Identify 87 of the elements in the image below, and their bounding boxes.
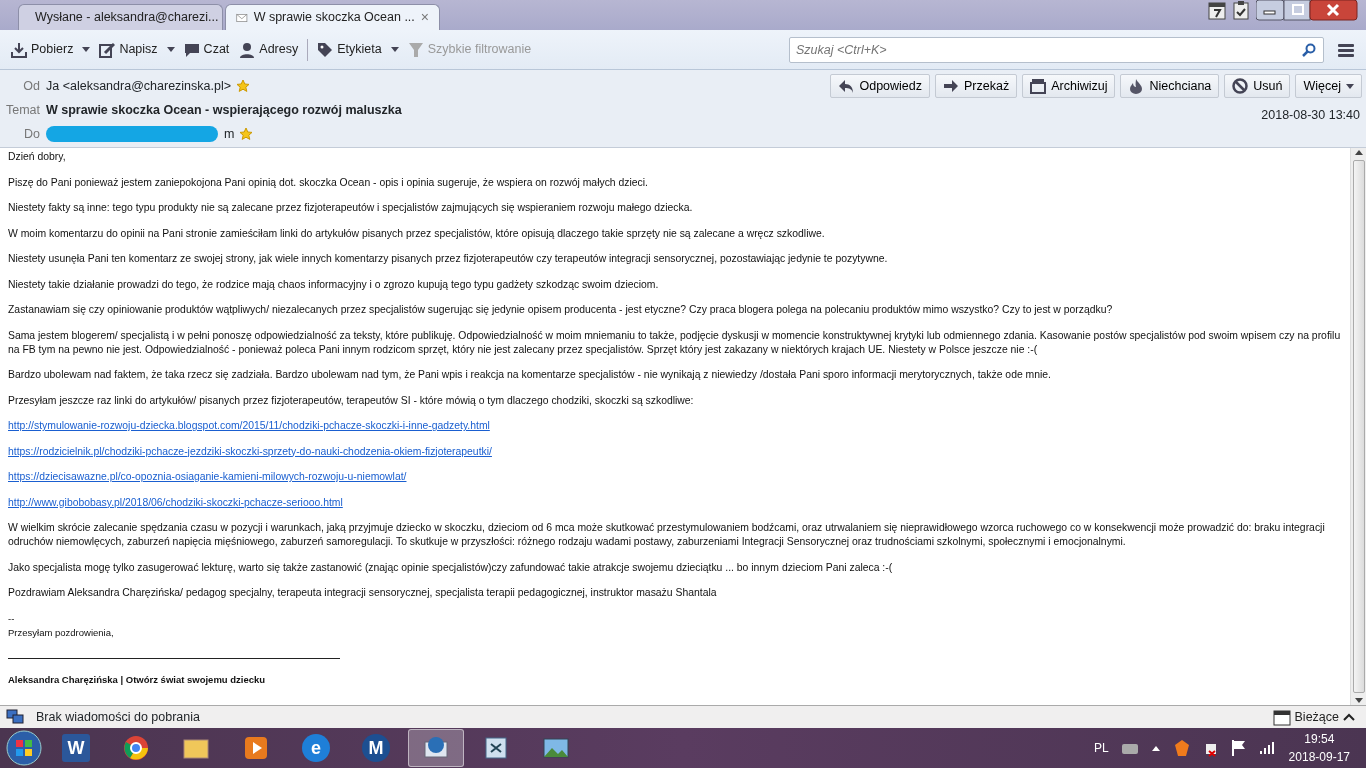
paragraph: Przesyłam jeszcze raz linki do artykułów/ pisanych przez fizjoterapeutów, terapeutów SI - które mówią o tym dlaczego chodziki, skoczki są szkodliwe: (8, 393, 695, 408)
calendar-icon (1208, 0, 1226, 20)
menu-icon (1337, 41, 1355, 58)
signal-bars-icon (1258, 741, 1277, 755)
signature-text: -- (8, 611, 16, 626)
search-field[interactable]: Szukaj <Ctrl+K> (789, 36, 1324, 63)
flame-icon (1128, 78, 1145, 94)
person-icon (239, 41, 256, 58)
link[interactable]: https://dziecisawazne.pl/co-opoznia-osiaganie-kamieni-milowych-rozwoju-u-niemowlat/ (8, 471, 407, 482)
taskbar-button[interactable] (408, 729, 464, 767)
paragraph: Dzień dobry, (8, 150, 67, 164)
action-button[interactable]: Odpowiedz (830, 74, 931, 98)
tab-label: W sprawie skoczka Ocean ... (253, 9, 415, 27)
field-label: Do (23, 125, 40, 143)
taskbar-button[interactable]: W (48, 729, 104, 767)
field-label: Temat (4, 101, 40, 119)
paragraph: Sama jestem blogerem/ specjalistą i w pełni ponoszę odpowiedzialność za teksty, które publikuję. Odpowiedzialność w moim mniemaniu to także, podjęcie dyskusji w momencie konstruktywnej krytyki lub odmiennego zdania. Kasowanie postów specjalistów pod swoim wpisem czy na profilu na FB tym na pewno nie jest. Odpowiedzialność - ponieważ poleca Pani innym rodzicom sprzęt, który nie jest zalecany przez specjalistów. Sprzęt który jest zakazany w niektórych krajach UE. Niestety w Polsce jeszcze nie :-( (8, 328, 1342, 357)
signature-text: Przesyłam pozdrowienia, (8, 625, 115, 640)
clock-time: 19:54 (1303, 731, 1336, 748)
paragraph: Jako specjalista mogę tylko zasugerować lekturę, warto się także zastanowić (znając opinie specjalistów)czy zafundować takie atrakcje swojemu dzieciątku ... bo innym dzieciom Pani zaleca :-( (8, 560, 894, 575)
taskbar-button[interactable]: M (348, 729, 404, 767)
action-button[interactable]: Więcej (1295, 74, 1362, 98)
address-text[interactable]: m (224, 124, 235, 144)
toolbar-button[interactable]: Etykieta (312, 38, 387, 61)
link[interactable]: http://www.gibobobasy.pl/2018/06/chodziki-skoczki-pchacze-seriooo.html (8, 496, 343, 508)
archive-box-icon (1030, 78, 1047, 94)
paragraph: Pozdrawiam Aleksandra Charęzińska/ pedagog specjalny, terapeuta integracji sensorycznej, specjalista terapii pedagogicznej, instruktor masażu Shantala (8, 586, 718, 600)
pencil-icon (99, 41, 116, 58)
scrollbar[interactable] (1350, 148, 1366, 705)
search-icon (1302, 42, 1316, 57)
toolbar-button[interactable]: Czat (178, 38, 235, 61)
down-arrow-icon (1353, 695, 1364, 705)
document-icon: W (62, 734, 90, 762)
application-icon (482, 734, 510, 762)
paragraph: Niestety takie działanie prowadzi do tego, że rodzice mają chaos informacyjny i o zgrozo kupują tego typu gadżety szkodząc swoim dzieciom. (8, 277, 660, 292)
action-button[interactable]: Niechciana (1120, 74, 1220, 98)
letter-logo-icon: M (362, 734, 390, 762)
signature-text: Aleksandra Charęzińska | Otwórz świat swojemu dziecku (8, 672, 267, 687)
right-arrow-icon (943, 78, 960, 94)
flag-icon (1230, 739, 1247, 757)
link[interactable]: https://rodzicielnik.pl/chodziki-pchacze-jezdziki-skoczki-sprzety-do-nauki-chodzenia-okiem-fizjoterapeutki/ (8, 445, 492, 457)
paragraph: Niestety fakty są inne: tego typu produkty nie są zalecane przez fizjoterapeutów i specjalistów zajmujących się wspieraniem rozwoju małego dziecka. (8, 201, 694, 215)
paragraph: W moim komentarzu do opinii na Pani stronie zamieściłam linki do artykułów pisanych przez specjalistów, które opisują dlaczego takie sprzęty nie są zalecane a wręcz szkodliwe. (8, 226, 826, 241)
action-button[interactable]: Usuń (1224, 74, 1291, 98)
language-indicator[interactable]: PL (1093, 739, 1109, 757)
toolbar-button[interactable]: Adresy (234, 38, 304, 61)
status-text: Brak wiadomości do pobrania (36, 708, 200, 726)
keyboard-icon (1120, 741, 1139, 755)
prohibited-icon (1232, 78, 1249, 94)
filter-icon (407, 41, 424, 58)
play-icon (242, 734, 270, 762)
up-arrow-icon (1353, 148, 1364, 158)
browser-icon: e (302, 734, 330, 762)
message-date: 2018-08-30 13:40 (1261, 107, 1360, 124)
paragraph: W wielkim skrócie zalecanie spędzania czasu w pozycji i warunkach, jaką przyjmuje dziecko w skoczku, dzieciom od 6 mca może skutkować przestymulowaniem bodźcami, oraz utrwalaniem się nieprawidłowego wzorca ruchowego co w konsekwencji może prowadzić do: braku integracji odruchów niemowlęcych, zaburzeń napięcia mięśniowego, zaburzeń samoregulacji. To skutkuje w przyszłości: różnego rodzaju wadami postawy, zaburzeniami Integracji Sensorycznej oraz trudnościami szkolnymi, społecznymi i emocjonalnymi. (8, 521, 1326, 549)
tag-icon (317, 41, 334, 58)
link[interactable]: http://stymulowanie-rozwoju-dziecka.blogspot.com/2015/11/chodziki-pchacze-skoczki-i-inne-gadzety.html (8, 420, 490, 431)
toolbar-button[interactable]: Pobierz (6, 38, 79, 61)
star-icon (240, 128, 253, 140)
computers-icon (6, 709, 24, 725)
field-label: Od (22, 77, 40, 95)
tab[interactable]: Wysłane - aleksandra@charezi... (18, 4, 223, 30)
tab[interactable]: W sprawie skoczka Ocean ... × (225, 4, 440, 30)
caret-up-icon (1343, 712, 1355, 722)
clipboard-check-icon (1232, 0, 1250, 20)
close-icon[interactable]: × (420, 7, 429, 28)
reply-arrow-icon (838, 78, 855, 94)
star-icon (237, 80, 250, 92)
paragraph: Piszę do Pani ponieważ jestem zaniepokojona Pani opinią dot. skoczka Ocean - opis i opinia sugeruje, że wspiera on rozwój małych dzieci. (8, 175, 649, 190)
caret-up-icon (1150, 744, 1161, 752)
paragraph: Bardzo ubolewam nad faktem, że taka rzecz się zadziała. Bardzo ubolewam nad tym, że Pani wpis i reakcja na komentarze specjalistów - nie wynikają z niewiedzy /dostała Pani sporo informacji merytorycznych, także ode mnie. (8, 368, 1052, 382)
paragraph: Niestety usunęła Pani ten komentarz ze swojej strony, jak wiele innych komentarzy pisanych przez fizjoterapeutów czy terapeutów integracji sensorycznej, pozostawiając jedynie te pozytywne. (8, 252, 889, 266)
download-icon (11, 41, 27, 58)
address-text[interactable]: Ja <aleksandra@charezinska.pl> (46, 76, 232, 96)
circle-logo-icon (122, 734, 150, 762)
calendar-button[interactable]: Bieżące (1267, 705, 1360, 729)
toolbar-button[interactable]: Napisz (94, 38, 163, 61)
tab-label: Wysłane - aleksandra@charezi... (35, 9, 219, 27)
speech-bubble-icon (183, 41, 200, 58)
action-button[interactable]: Przekaż (935, 74, 1018, 98)
paragraph: Zastanawiam się czy opiniowanie produktów wątpliwych/ niezalecanych przez specjalistów sugerując się jedynie opisem producenta - jest etyczne? Czy praca blogera polega na polecaniu produktów mimo wszystko? Czy to jest w porządku? (8, 303, 1114, 317)
clock-date: 2018-09-17 (1288, 749, 1350, 766)
action-button[interactable]: Archiwizuj (1022, 74, 1116, 98)
taskbar-button[interactable]: e (288, 729, 344, 767)
calendar-icon (1272, 708, 1291, 726)
subject-text: W sprawie skoczka Ocean - wspierającego rozwój maluszka (46, 101, 402, 119)
start-orb-icon (4, 728, 44, 768)
